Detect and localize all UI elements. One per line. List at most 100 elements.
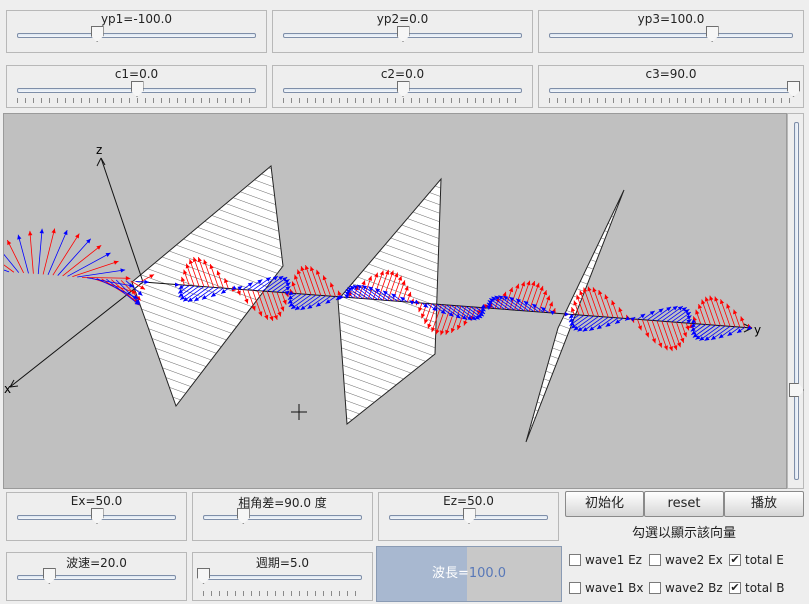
checkbox-box[interactable]: ✔: [729, 554, 741, 566]
slider-yp3-track[interactable]: [549, 33, 793, 38]
b-vector-head: [658, 308, 664, 313]
checkbox-label: wave2 Bz: [665, 581, 723, 595]
init-button[interactable]: 初始化: [565, 491, 644, 517]
b-vector-head: [711, 335, 717, 340]
e-vector-head: [645, 332, 650, 338]
axis-z-label: z: [96, 143, 102, 157]
e-vector-head: [611, 300, 616, 306]
e-vector: [656, 320, 668, 351]
e-vector-head: [310, 266, 315, 272]
e-vector-head: [598, 289, 603, 295]
slider-speed-track[interactable]: [17, 575, 176, 580]
e-vector-head: [676, 342, 682, 348]
checkbox-wave2-bz[interactable]: wave2 Bz: [649, 579, 723, 597]
b-vector-head: [672, 306, 678, 311]
b-vector-head: [300, 305, 306, 310]
slider-c2-thumb[interactable]: [396, 81, 410, 97]
e-vector: [523, 280, 536, 311]
slider-c3-track[interactable]: [549, 88, 793, 93]
checkbox-box[interactable]: [649, 554, 661, 566]
checkbox-total-e[interactable]: ✔ total E: [729, 551, 784, 569]
checkbox-box[interactable]: [569, 582, 581, 594]
e-vector-head: [113, 260, 119, 265]
slider-yp1-thumb[interactable]: [90, 26, 104, 42]
checkbox-wave1-ez[interactable]: wave1 Ez: [569, 551, 642, 569]
view-angle-track[interactable]: [794, 122, 799, 480]
slider-yp3-thumb[interactable]: [705, 26, 719, 42]
e-vector-head: [733, 309, 738, 315]
slider-ex-thumb[interactable]: [90, 508, 104, 524]
b-vector-head: [727, 331, 733, 336]
e-vector-head: [697, 303, 703, 309]
slider-c2-panel: c2=0.0: [272, 65, 533, 108]
checkbox-box[interactable]: [569, 554, 581, 566]
e-vector-head: [277, 311, 282, 317]
slider-period-thumb[interactable]: [197, 568, 210, 584]
e-vector-head: [329, 282, 335, 288]
e-vector: [266, 291, 278, 321]
slider-yp2-thumb[interactable]: [396, 26, 410, 42]
e-vector: [435, 304, 447, 335]
e-vector: [514, 281, 525, 311]
slider-c3-label: c3=90.0: [645, 67, 697, 81]
slider-phase-diff-track[interactable]: [203, 515, 362, 520]
slider-period-track[interactable]: [203, 575, 362, 580]
checkbox-label: total B: [745, 581, 785, 595]
e-vector-head: [337, 290, 342, 296]
checkbox-box[interactable]: ✔: [729, 582, 741, 594]
polarizer-plane-3: [525, 189, 625, 443]
b-vector-head: [325, 299, 331, 304]
e-vector-head: [502, 291, 507, 297]
b-vector-head: [704, 336, 710, 341]
reset-button[interactable]: reset: [644, 491, 724, 517]
e-vector-head: [531, 281, 536, 286]
play-button[interactable]: 播放: [724, 491, 804, 517]
wave-3d-canvas[interactable]: z y x: [0, 113, 787, 489]
b-vector-head: [686, 315, 692, 320]
slider-ez-label: Ez=50.0: [443, 494, 494, 508]
slider-period-label: 週期=5.0: [255, 556, 310, 570]
checkbox-label: wave1 Ez: [585, 553, 642, 567]
wavelength-value: 100.0: [468, 566, 507, 581]
crosshair-cursor-icon: [291, 404, 307, 420]
b-vector-head: [640, 313, 646, 319]
slider-speed-thumb[interactable]: [42, 568, 56, 584]
e-vector-head: [322, 275, 327, 281]
e-vector-head: [316, 269, 321, 275]
slider-phase-diff-thumb[interactable]: [236, 508, 250, 524]
e-vector-head: [280, 306, 285, 312]
slider-c2-ticks: [283, 98, 522, 103]
slider-ez-thumb[interactable]: [462, 508, 476, 524]
checkbox-wave2-ex[interactable]: wave2 Ex: [649, 551, 723, 569]
e-vector: [300, 266, 312, 295]
e-vector-head: [740, 316, 745, 322]
e-vector-head: [463, 320, 468, 326]
e-vector-head: [668, 346, 673, 352]
b-vector-head: [285, 286, 291, 291]
e-vector-head: [296, 269, 302, 275]
e-vector-head: [535, 282, 540, 288]
e-vector-head: [269, 316, 274, 321]
e-vector: [592, 287, 604, 317]
slider-yp1-track[interactable]: [17, 33, 256, 38]
slider-yp3-panel: yp3=100.0: [538, 10, 804, 53]
e-vector-head: [300, 266, 305, 272]
e-vector: [29, 230, 34, 274]
slider-c3-thumb[interactable]: [787, 81, 800, 97]
view-angle-slider[interactable]: [787, 113, 804, 489]
wavelength-display[interactable]: 波長=100.0: [376, 546, 562, 602]
checkbox-total-b[interactable]: ✔ total B: [729, 579, 785, 597]
e-vector: [42, 228, 56, 275]
slider-period-ticks: [203, 591, 362, 596]
checkbox-wave1-bx[interactable]: wave1 Bx: [569, 579, 643, 597]
slider-c1-ticks: [17, 98, 256, 103]
view-angle-thumb[interactable]: [789, 383, 804, 397]
checkbox-box[interactable]: [649, 582, 661, 594]
b-vector-head: [287, 299, 293, 304]
e-vector-head: [520, 281, 526, 287]
slider-ez-panel: Ez=50.0: [378, 492, 559, 541]
e-vector-head: [726, 303, 731, 309]
slider-c1-thumb[interactable]: [130, 81, 144, 97]
e-vector-head: [680, 337, 685, 343]
e-vector-head: [546, 295, 551, 301]
